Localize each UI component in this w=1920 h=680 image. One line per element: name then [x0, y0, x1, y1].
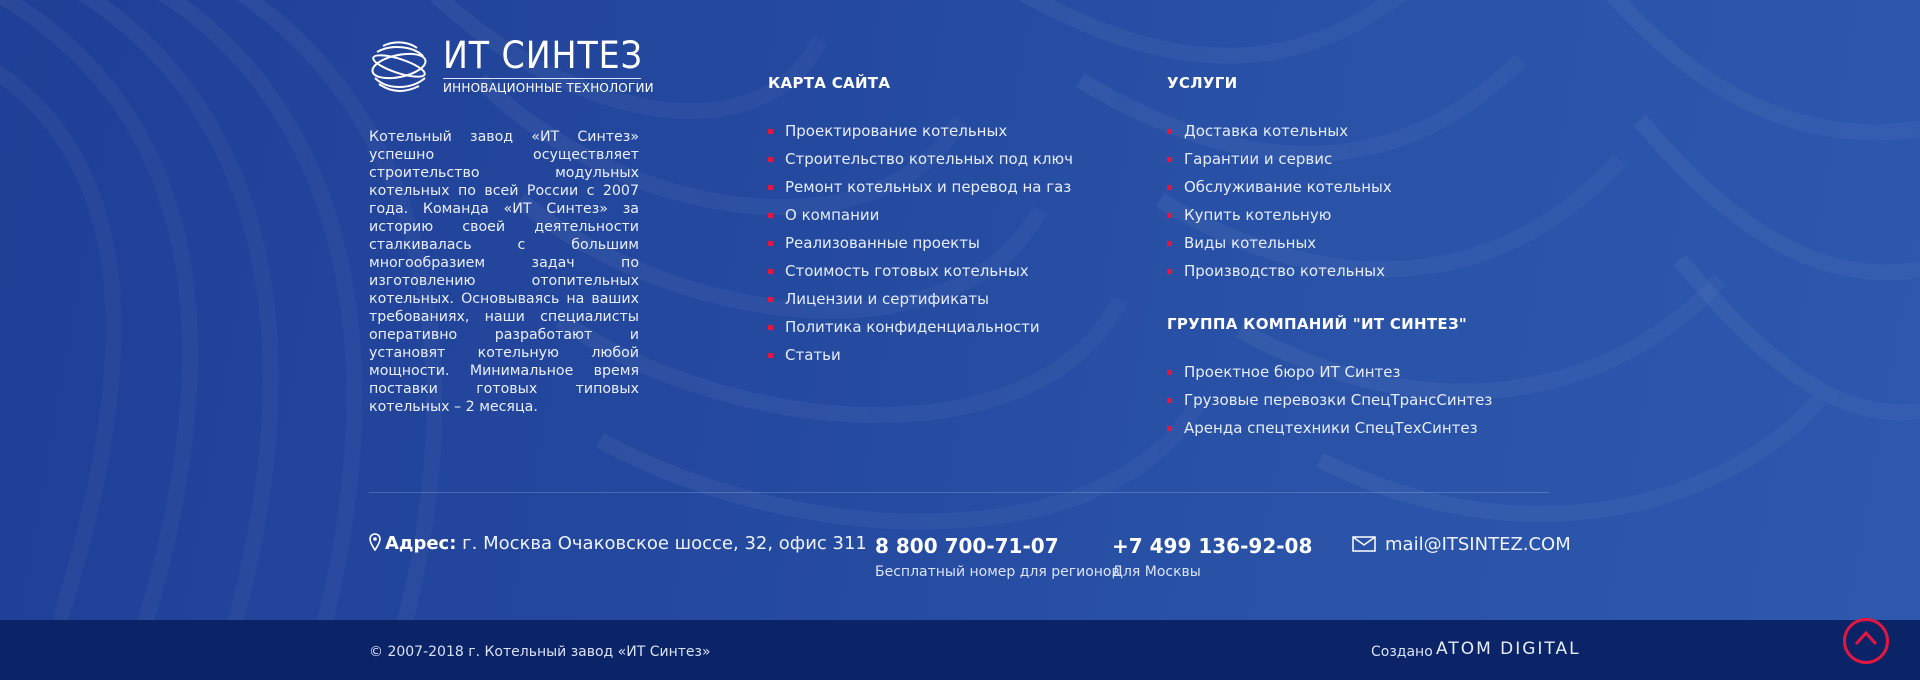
link-label: Политика конфиденциальности [785, 318, 1040, 336]
address-label: Адрес: [385, 533, 457, 554]
link-label: Купить котельную [1184, 206, 1332, 224]
bullet-marker [1167, 185, 1172, 190]
bullet-marker [768, 325, 773, 330]
sitemap-link[interactable]: Стоимость готовых котельных [768, 261, 1073, 289]
link-label: Стоимость готовых котельных [785, 262, 1029, 280]
email-block[interactable]: mail@ITSINTEZ.COM [1352, 534, 1571, 555]
bullet-marker [1167, 269, 1172, 274]
link-label: Обслуживание котельных [1184, 178, 1392, 196]
map-pin-icon [369, 533, 381, 551]
scroll-top-button[interactable] [1843, 618, 1889, 664]
bullet-marker [768, 241, 773, 246]
bullet-marker [768, 129, 773, 134]
services-link[interactable]: Производство котельных [1167, 261, 1392, 289]
address-block: Адрес: г. Москва Очаковское шоссе, 32, о… [369, 533, 867, 554]
sitemap-title: КАРТА САЙТА [768, 74, 891, 92]
link-label: Ремонт котельных и перевод на газ [785, 178, 1072, 196]
company-logo[interactable]: ИТ СИНТЕЗ ИННОВАЦИОННЫЕ ТЕХНОЛОГИИ [369, 34, 654, 96]
link-label: Проектирование котельных [785, 122, 1008, 140]
logo-title: ИТ СИНТЕЗ [443, 34, 643, 77]
bullet-marker [768, 269, 773, 274]
bullet-marker [768, 213, 773, 218]
sitemap-link[interactable]: Статьи [768, 345, 1073, 373]
envelope-icon [1352, 536, 1376, 552]
logo-divider [443, 78, 641, 79]
services-link[interactable]: Купить котельную [1167, 205, 1392, 233]
phone-number[interactable]: +7 499 136-92-08 [1112, 534, 1312, 558]
copyright-bar: © 2007-2018 г. Котельный завод «ИТ Синте… [0, 620, 1920, 680]
phone-note: Для Москвы [1112, 564, 1201, 580]
services-link[interactable]: Виды котельных [1167, 233, 1392, 261]
email-link: mail@ITSINTEZ.COM [1385, 534, 1571, 555]
services-title: УСЛУГИ [1167, 74, 1238, 92]
group-links: Проектное бюро ИТ Синтез Грузовые перево… [1167, 362, 1492, 446]
sitemap-link[interactable]: Политика конфиденциальности [768, 317, 1073, 345]
sitemap-link[interactable]: Реализованные проекты [768, 233, 1073, 261]
phone-block-regions: 8 800 700-71-07 Бесплатный номер для рег… [875, 534, 1120, 580]
logo-globe-icon [371, 41, 427, 92]
sitemap-link[interactable]: Ремонт котельных и перевод на газ [768, 177, 1073, 205]
bullet-marker [1167, 213, 1172, 218]
bullet-marker [768, 157, 773, 162]
bullet-marker [1167, 157, 1172, 162]
logo-subtitle: ИННОВАЦИОННЫЕ ТЕХНОЛОГИИ [443, 81, 654, 95]
link-label: Гарантии и сервис [1184, 150, 1333, 168]
company-description: Котельный завод «ИТ Синтез» успешно осущ… [369, 129, 639, 415]
bullet-marker [768, 353, 773, 358]
link-label: Производство котельных [1184, 262, 1386, 280]
group-link[interactable]: Грузовые перевозки СпецТрансСинтез [1167, 390, 1492, 418]
sitemap-link[interactable]: О компании [768, 205, 1073, 233]
group-link[interactable]: Аренда спецтехники СпецТехСинтез [1167, 418, 1492, 446]
bullet-marker [1167, 129, 1172, 134]
phone-block-moscow: +7 499 136-92-08 Для Москвы [1112, 534, 1312, 580]
phone-number[interactable]: 8 800 700-71-07 [875, 534, 1120, 558]
address-text: г. Москва Очаковское шоссе, 32, офис 311 [462, 533, 867, 554]
bullet-marker [768, 185, 773, 190]
link-label: О компании [785, 206, 880, 224]
link-label: Грузовые перевозки СпецТрансСинтез [1184, 391, 1493, 409]
site-footer: ИТ СИНТЕЗ ИННОВАЦИОННЫЕ ТЕХНОЛОГИИ Котел… [0, 0, 1920, 620]
sitemap-link[interactable]: Проектирование котельных [768, 121, 1073, 149]
link-label: Статьи [785, 346, 841, 364]
bullet-marker [1167, 241, 1172, 246]
sitemap-link[interactable]: Лицензии и сертификаты [768, 289, 1073, 317]
phone-note: Бесплатный номер для регионов [875, 564, 1120, 580]
link-label: Строительство котельных под ключ [785, 150, 1074, 168]
developer-logo[interactable]: ATOM DIGITAL [1436, 639, 1581, 659]
sitemap-links: Проектирование котельных Строительство к… [768, 121, 1073, 373]
services-link[interactable]: Гарантии и сервис [1167, 149, 1392, 177]
link-label: Аренда спецтехники СпецТехСинтез [1184, 419, 1478, 437]
link-label: Виды котельных [1184, 234, 1317, 252]
link-label: Проектное бюро ИТ Синтез [1184, 363, 1401, 381]
bullet-marker [1167, 370, 1172, 375]
services-link[interactable]: Доставка котельных [1167, 121, 1392, 149]
bullet-marker [768, 297, 773, 302]
group-title: ГРУППА КОМПАНИЙ "ИТ СИНТЕЗ" [1167, 315, 1468, 333]
bullet-marker [1167, 398, 1172, 403]
group-link[interactable]: Проектное бюро ИТ Синтез [1167, 362, 1492, 390]
link-label: Реализованные проекты [785, 234, 980, 252]
contacts-divider [369, 492, 1549, 493]
copyright-text: © 2007-2018 г. Котельный завод «ИТ Синте… [369, 644, 711, 660]
link-label: Доставка котельных [1184, 122, 1349, 140]
created-label: Создано [1371, 644, 1433, 660]
link-label: Лицензии и сертификаты [785, 290, 989, 308]
services-links: Доставка котельных Гарантии и сервис Обс… [1167, 121, 1392, 289]
sitemap-link[interactable]: Строительство котельных под ключ [768, 149, 1073, 177]
services-link[interactable]: Обслуживание котельных [1167, 177, 1392, 205]
chevron-up-icon [1854, 630, 1878, 646]
bullet-marker [1167, 426, 1172, 431]
